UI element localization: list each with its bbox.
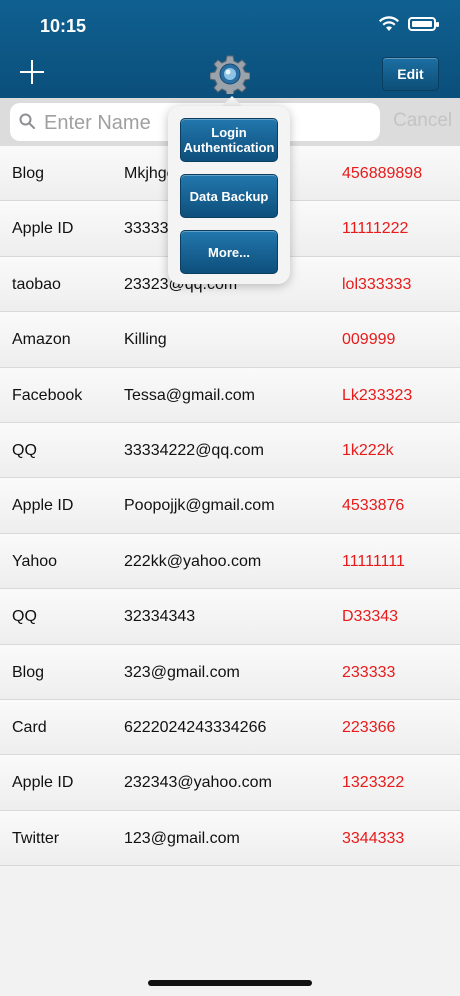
table-row[interactable]: Apple ID 232343@yahoo.com 1323322 xyxy=(0,755,460,811)
entry-name: taobao xyxy=(12,275,61,293)
battery-icon xyxy=(408,17,439,31)
data-backup-button[interactable]: Data Backup xyxy=(180,174,278,218)
entry-name: Card xyxy=(12,718,47,736)
entry-name: Twitter xyxy=(12,829,60,847)
cancel-button[interactable]: Cancel xyxy=(393,110,452,132)
entry-account: 123@gmail.com xyxy=(124,829,240,847)
entry-name: Apple ID xyxy=(12,497,74,515)
entry-password: 3344333 xyxy=(342,829,405,847)
popover-arrow xyxy=(222,96,242,106)
entry-password: 456889898 xyxy=(342,165,423,182)
table-row[interactable]: Apple ID Poopojjk@gmail.com 4533876 xyxy=(0,478,460,534)
entry-password: 11111222 xyxy=(342,220,409,238)
entry-password: 4533876 xyxy=(342,497,405,515)
table-row[interactable]: Facebook Tessa@gmail.com Lk233323 xyxy=(0,367,460,423)
entry-account: Tessa@gmail.com xyxy=(124,386,255,404)
entry-name: Blog xyxy=(12,663,45,681)
settings-popover: Login Authentication Data Backup More... xyxy=(168,106,290,284)
table-row[interactable]: Blog 323@gmail.com 233333 xyxy=(0,644,460,700)
table-row[interactable]: Twitter 123@gmail.com 3344333 xyxy=(0,810,460,867)
entry-account: 32334343 xyxy=(124,608,196,626)
gear-icon[interactable] xyxy=(210,54,250,94)
wifi-icon xyxy=(379,16,399,31)
add-entry-button[interactable] xyxy=(20,60,44,84)
entry-name: QQ xyxy=(12,608,37,626)
entry-account: 33333 xyxy=(124,220,169,238)
table-row[interactable]: Yahoo 222kk@yahoo.com 11111111 xyxy=(0,533,460,590)
entry-account: 323@gmail.com xyxy=(124,663,240,681)
login-authentication-button[interactable]: Login Authentication xyxy=(180,118,278,162)
entry-name: QQ xyxy=(12,441,37,459)
entry-password: lol333333 xyxy=(342,275,412,293)
navigation-bar: 10:15 Edit xyxy=(0,0,460,98)
entry-password: 11111111 xyxy=(342,552,405,570)
more-button[interactable]: More... xyxy=(180,230,278,274)
entry-password: 1k222k xyxy=(342,441,394,459)
entry-name: Amazon xyxy=(12,331,71,349)
entry-password: Lk233323 xyxy=(342,386,413,404)
edit-button[interactable]: Edit xyxy=(382,57,439,91)
home-indicator xyxy=(148,980,312,986)
table-row[interactable]: QQ 32334343 D33343 xyxy=(0,589,460,645)
entry-name: Facebook xyxy=(12,386,83,404)
entry-account: Killing xyxy=(124,331,167,349)
status-icons xyxy=(378,16,439,32)
entry-name: Yahoo xyxy=(12,552,58,570)
entry-account: 232343@yahoo.com xyxy=(124,774,272,792)
entry-account: 6222024243334266 xyxy=(124,718,267,736)
entry-name: Blog xyxy=(12,165,45,182)
table-row[interactable]: QQ 33334222@qq.com 1k222k xyxy=(0,422,460,479)
status-time: 10:15 xyxy=(40,16,87,36)
table-row[interactable]: Amazon Killing 009999 xyxy=(0,312,460,368)
entry-password: 009999 xyxy=(342,331,396,349)
entry-password: 223366 xyxy=(342,718,396,736)
entry-account: Poopojjk@gmail.com xyxy=(124,497,275,515)
entry-password: 1323322 xyxy=(342,774,405,792)
entry-name: Apple ID xyxy=(12,220,74,238)
entry-name: Apple ID xyxy=(12,774,74,792)
search-icon xyxy=(19,113,35,129)
entry-account: 222kk@yahoo.com xyxy=(124,552,262,570)
entry-password: D33343 xyxy=(342,608,399,626)
table-row[interactable]: Card 6222024243334266 223366 xyxy=(0,699,460,756)
entry-password: 233333 xyxy=(342,663,396,681)
entry-account: 33334222@qq.com xyxy=(124,441,264,459)
